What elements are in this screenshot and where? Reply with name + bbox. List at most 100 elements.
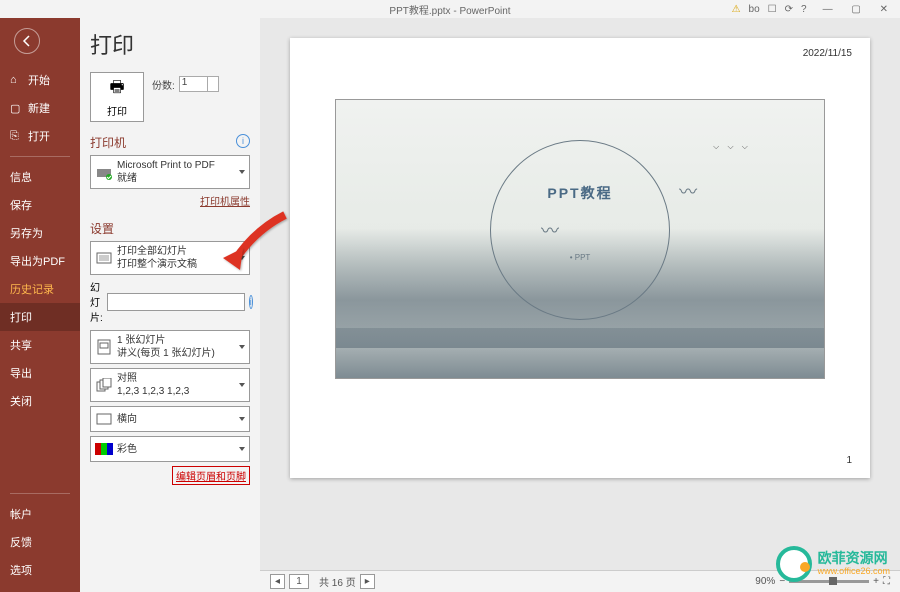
dropdown-line1: 1 张幻灯片 bbox=[117, 334, 235, 347]
collate-dropdown[interactable]: 对照 1,2,3 1,2,3 1,2,3 bbox=[90, 368, 250, 402]
printer-icon: 🖶 bbox=[109, 76, 124, 103]
slides-range-input[interactable] bbox=[107, 293, 245, 311]
titlebar: PPT教程.pptx - PowerPoint ⚠ bo ☐ ⟳ ? — ▢ ✕ bbox=[0, 0, 900, 18]
info-icon[interactable]: i bbox=[236, 134, 250, 148]
titlebar-filename: PPT教程.pptx - PowerPoint bbox=[389, 2, 510, 17]
chevron-down-icon bbox=[239, 417, 245, 421]
chevron-down-icon bbox=[239, 345, 245, 349]
preview-date: 2022/11/15 bbox=[308, 48, 852, 59]
sidebar-item-print[interactable]: 打印 bbox=[0, 303, 80, 331]
back-button[interactable] bbox=[14, 28, 40, 54]
dropdown-line2: 1,2,3 1,2,3 1,2,3 bbox=[117, 385, 235, 398]
sync-icon[interactable]: ⟳ bbox=[785, 4, 793, 15]
sidebar-item-save[interactable]: 保存 bbox=[0, 191, 80, 219]
copies-spinner[interactable]: 1 bbox=[179, 76, 219, 92]
print-preview-panel: 2022/11/15 ⌵ ⌵ ⌵ 〰 〰 PPT教程 • PPT 1 bbox=[260, 18, 900, 592]
sidebar-item-exportpdf[interactable]: 导出为PDF bbox=[0, 247, 80, 275]
sidebar-item-account[interactable]: 帐户 bbox=[0, 500, 80, 528]
handout-icon bbox=[95, 338, 113, 356]
copies-label: 份数: bbox=[152, 77, 175, 92]
minimize-button[interactable]: — bbox=[815, 4, 841, 15]
landscape-icon bbox=[95, 410, 113, 428]
sidebar-label: 反馈 bbox=[10, 534, 32, 550]
sidebar-label: 帐户 bbox=[10, 506, 32, 522]
sidebar-item-close[interactable]: 关闭 bbox=[0, 387, 80, 415]
sidebar-label: 导出 bbox=[10, 365, 32, 381]
sidebar-label: 历史记录 bbox=[10, 281, 54, 297]
sidebar-label: 开始 bbox=[28, 72, 50, 88]
color-dropdown[interactable]: 彩色 bbox=[90, 436, 250, 462]
slides-range-label: 幻灯片: bbox=[90, 279, 103, 324]
sidebar-label: 导出为PDF bbox=[10, 253, 65, 269]
dropdown-value: 彩色 bbox=[117, 443, 235, 456]
sidebar-item-share[interactable]: 共享 bbox=[0, 331, 80, 359]
sidebar-item-saveas[interactable]: 另存为 bbox=[0, 219, 80, 247]
printer-properties-link[interactable]: 打印机属性 bbox=[90, 193, 250, 208]
user-avatar-icon[interactable]: ☐ bbox=[768, 4, 777, 15]
orientation-dropdown[interactable]: 横向 bbox=[90, 406, 250, 432]
layout-dropdown[interactable]: 1 张幻灯片 讲义(每页 1 张幻灯片) bbox=[90, 330, 250, 364]
dropdown-line2: 讲义(每页 1 张幻灯片) bbox=[117, 347, 235, 360]
info-icon[interactable]: i bbox=[249, 295, 253, 309]
page-input[interactable]: 1 bbox=[289, 574, 309, 589]
sidebar-label: 打印 bbox=[10, 309, 32, 325]
watermark: 欧菲资源网 www.office26.com bbox=[776, 546, 890, 582]
page-title: 打印 bbox=[90, 28, 250, 60]
warning-icon[interactable]: ⚠ bbox=[732, 4, 741, 15]
new-icon: ▢ bbox=[10, 102, 22, 115]
print-button[interactable]: 🖶 打印 bbox=[90, 72, 144, 122]
sidebar-item-open[interactable]: ⎘ 打开 bbox=[0, 122, 80, 150]
sidebar-label: 共享 bbox=[10, 337, 32, 353]
sidebar-item-export[interactable]: 导出 bbox=[0, 359, 80, 387]
settings-section-header: 设置 bbox=[90, 220, 250, 237]
print-scope-dropdown[interactable]: 打印全部幻灯片 打印整个演示文稿 bbox=[90, 241, 250, 275]
print-settings-panel: 打印 🖶 打印 份数: 1 打印机 i bbox=[80, 18, 260, 592]
chevron-down-icon bbox=[239, 383, 245, 387]
print-button-label: 打印 bbox=[107, 103, 127, 118]
sidebar-item-start[interactable]: ⌂ 开始 bbox=[0, 66, 80, 94]
slide-subtitle: • PPT bbox=[570, 253, 591, 262]
printer-section-header: 打印机 i bbox=[90, 134, 250, 151]
printer-dropdown[interactable]: Microsoft Print to PDF 就绪 bbox=[90, 155, 250, 189]
back-arrow-icon bbox=[20, 34, 34, 48]
backstage-sidebar: ⌂开始 ▢新建 ⎘打开 信息 保存 另存为 导出为PDF 历史记录 打印 共享 … bbox=[0, 18, 80, 592]
chevron-down-icon bbox=[239, 447, 245, 451]
printer-name: Microsoft Print to PDF bbox=[117, 159, 235, 172]
color-icon bbox=[95, 440, 113, 458]
dropdown-line2: 打印整个演示文稿 bbox=[117, 258, 235, 271]
slide-title: PPT教程 bbox=[547, 183, 612, 203]
sidebar-label: 保存 bbox=[10, 197, 32, 213]
watermark-name: 欧菲资源网 bbox=[818, 551, 890, 566]
collate-icon bbox=[95, 376, 113, 394]
sidebar-item-info[interactable]: 信息 bbox=[0, 163, 80, 191]
watermark-url: www.office26.com bbox=[818, 567, 890, 577]
printer-ready-icon bbox=[95, 163, 113, 181]
sidebar-label: 另存为 bbox=[10, 225, 43, 241]
sidebar-item-options[interactable]: 选项 bbox=[0, 556, 80, 584]
dropdown-value: 横向 bbox=[117, 413, 235, 426]
printer-status: 就绪 bbox=[117, 172, 235, 185]
edit-header-footer-link[interactable]: 编辑页眉和页脚 bbox=[172, 466, 250, 485]
page-preview: 2022/11/15 ⌵ ⌵ ⌵ 〰 〰 PPT教程 • PPT 1 bbox=[290, 38, 870, 478]
open-icon: ⎘ bbox=[10, 130, 22, 143]
prev-page-button[interactable]: ◂ bbox=[270, 574, 285, 589]
sidebar-item-feedback[interactable]: 反馈 bbox=[0, 528, 80, 556]
dropdown-line1: 对照 bbox=[117, 372, 235, 385]
sidebar-item-new[interactable]: ▢ 新建 bbox=[0, 94, 80, 122]
chevron-down-icon bbox=[239, 170, 245, 174]
slides-all-icon bbox=[95, 249, 113, 267]
home-icon: ⌂ bbox=[10, 74, 22, 86]
sidebar-label: 选项 bbox=[10, 562, 32, 578]
user-name[interactable]: bo bbox=[749, 4, 760, 15]
watermark-logo-icon bbox=[776, 546, 812, 582]
next-page-button[interactable]: ▸ bbox=[360, 574, 375, 589]
maximize-button[interactable]: ▢ bbox=[843, 4, 868, 15]
sidebar-item-history[interactable]: 历史记录 bbox=[0, 275, 80, 303]
slide-thumbnail: ⌵ ⌵ ⌵ 〰 〰 PPT教程 • PPT bbox=[335, 99, 825, 379]
preview-page-number: 1 bbox=[846, 455, 852, 466]
sidebar-label: 新建 bbox=[28, 100, 50, 116]
sidebar-label: 打开 bbox=[28, 128, 50, 144]
zoom-value: 90% bbox=[755, 576, 775, 587]
help-icon[interactable]: ? bbox=[801, 4, 807, 15]
close-button[interactable]: ✕ bbox=[872, 4, 896, 15]
